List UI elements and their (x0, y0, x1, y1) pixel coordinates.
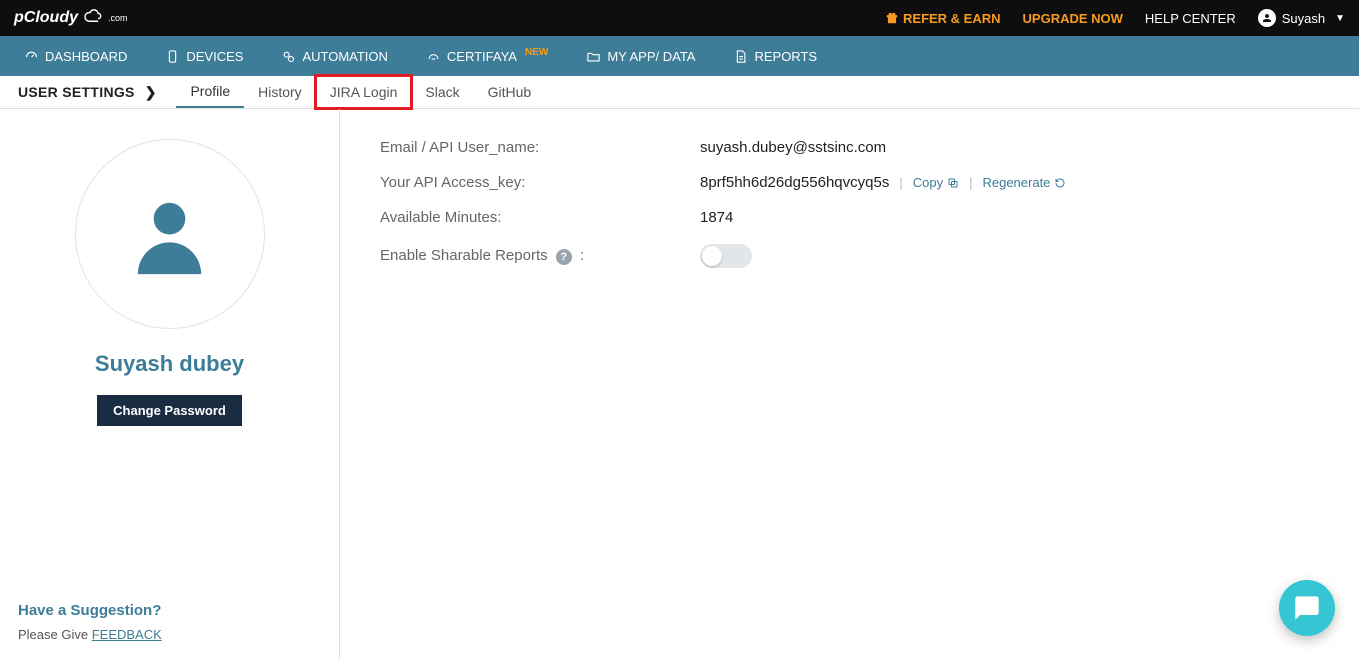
settings-heading: USER SETTINGS (18, 84, 135, 100)
suggestion-question: Have a Suggestion? (18, 602, 321, 619)
top-bar: pCloudy .com REFER & EARN UPGRADE NOW HE… (0, 0, 1359, 36)
certifaya-icon (426, 49, 441, 64)
tab-jira-login[interactable]: JIRA Login (316, 76, 412, 108)
reports-icon (733, 49, 748, 64)
profile-user-name: Suyash dubey (95, 351, 244, 377)
user-avatar-icon (1258, 9, 1276, 27)
chat-button[interactable] (1279, 580, 1335, 636)
user-name-label: Suyash (1282, 11, 1325, 26)
help-icon[interactable]: ? (556, 249, 572, 265)
profile-details: Email / API User_name: suyash.dubey@ssts… (340, 109, 1359, 660)
dashboard-icon (24, 49, 39, 64)
sharable-reports-toggle[interactable] (700, 244, 752, 268)
separator: | (899, 175, 902, 190)
nav-dashboard[interactable]: DASHBOARD (10, 36, 141, 76)
nav-reports[interactable]: REPORTS (719, 36, 831, 76)
profile-sidebar: Suyash dubey Change Password Have a Sugg… (0, 109, 340, 660)
chevron-right-icon: ❯ (145, 84, 157, 101)
value-api-key: 8prf5hh6d26dg556hqvcyq5s (700, 174, 889, 191)
brand-logo[interactable]: pCloudy .com (14, 9, 128, 28)
label-email: Email / API User_name: (380, 139, 700, 156)
refer-earn-link[interactable]: REFER & EARN (885, 11, 1001, 26)
folder-icon (586, 49, 601, 64)
refresh-icon (1054, 177, 1066, 189)
tabs-bar: USER SETTINGS ❯ Profile History JIRA Log… (0, 76, 1359, 109)
value-email: suyash.dubey@sstsinc.com (700, 139, 886, 156)
label-sharable-reports: Enable Sharable Reports ? : (380, 247, 700, 265)
copy-api-key-link[interactable]: Copy (913, 175, 959, 190)
value-minutes: 1874 (700, 209, 733, 226)
copy-icon (947, 177, 959, 189)
brand-text: pCloudy (14, 9, 78, 27)
nav-myapp-data[interactable]: MY APP/ DATA (572, 36, 709, 76)
automation-icon (281, 49, 296, 64)
help-center-link[interactable]: HELP CENTER (1145, 11, 1236, 26)
suggestion-box: Have a Suggestion? Please Give FEEDBACK (18, 602, 321, 642)
label-minutes: Available Minutes: (380, 209, 700, 226)
nav-devices[interactable]: DEVICES (151, 36, 257, 76)
user-menu[interactable]: Suyash ▼ (1258, 9, 1345, 27)
change-password-button[interactable]: Change Password (97, 395, 242, 426)
devices-icon (165, 49, 180, 64)
separator: | (969, 175, 972, 190)
chat-icon (1293, 594, 1321, 622)
cloud-icon (81, 9, 103, 28)
suggestion-prefix: Please Give (18, 627, 92, 642)
tab-history[interactable]: History (244, 76, 316, 108)
gift-icon (885, 11, 899, 25)
feedback-link[interactable]: FEEDBACK (92, 627, 162, 642)
tab-github[interactable]: GitHub (474, 76, 546, 108)
nav-automation[interactable]: AUTOMATION (267, 36, 401, 76)
avatar (75, 139, 265, 329)
content-area: Suyash dubey Change Password Have a Sugg… (0, 109, 1359, 660)
label-api-key: Your API Access_key: (380, 174, 700, 191)
tab-slack[interactable]: Slack (411, 76, 473, 108)
chevron-down-icon: ▼ (1335, 13, 1345, 24)
main-nav: DASHBOARD DEVICES AUTOMATION CERTIFAYA N… (0, 36, 1359, 76)
tab-profile[interactable]: Profile (176, 76, 244, 108)
toggle-knob (702, 246, 722, 266)
upgrade-link[interactable]: UPGRADE NOW (1023, 11, 1123, 26)
nav-certifaya[interactable]: CERTIFAYA NEW (412, 36, 562, 76)
brand-suffix: .com (108, 13, 128, 23)
user-icon (122, 187, 217, 282)
regenerate-api-key-link[interactable]: Regenerate (982, 175, 1066, 190)
new-badge: NEW (525, 47, 548, 58)
